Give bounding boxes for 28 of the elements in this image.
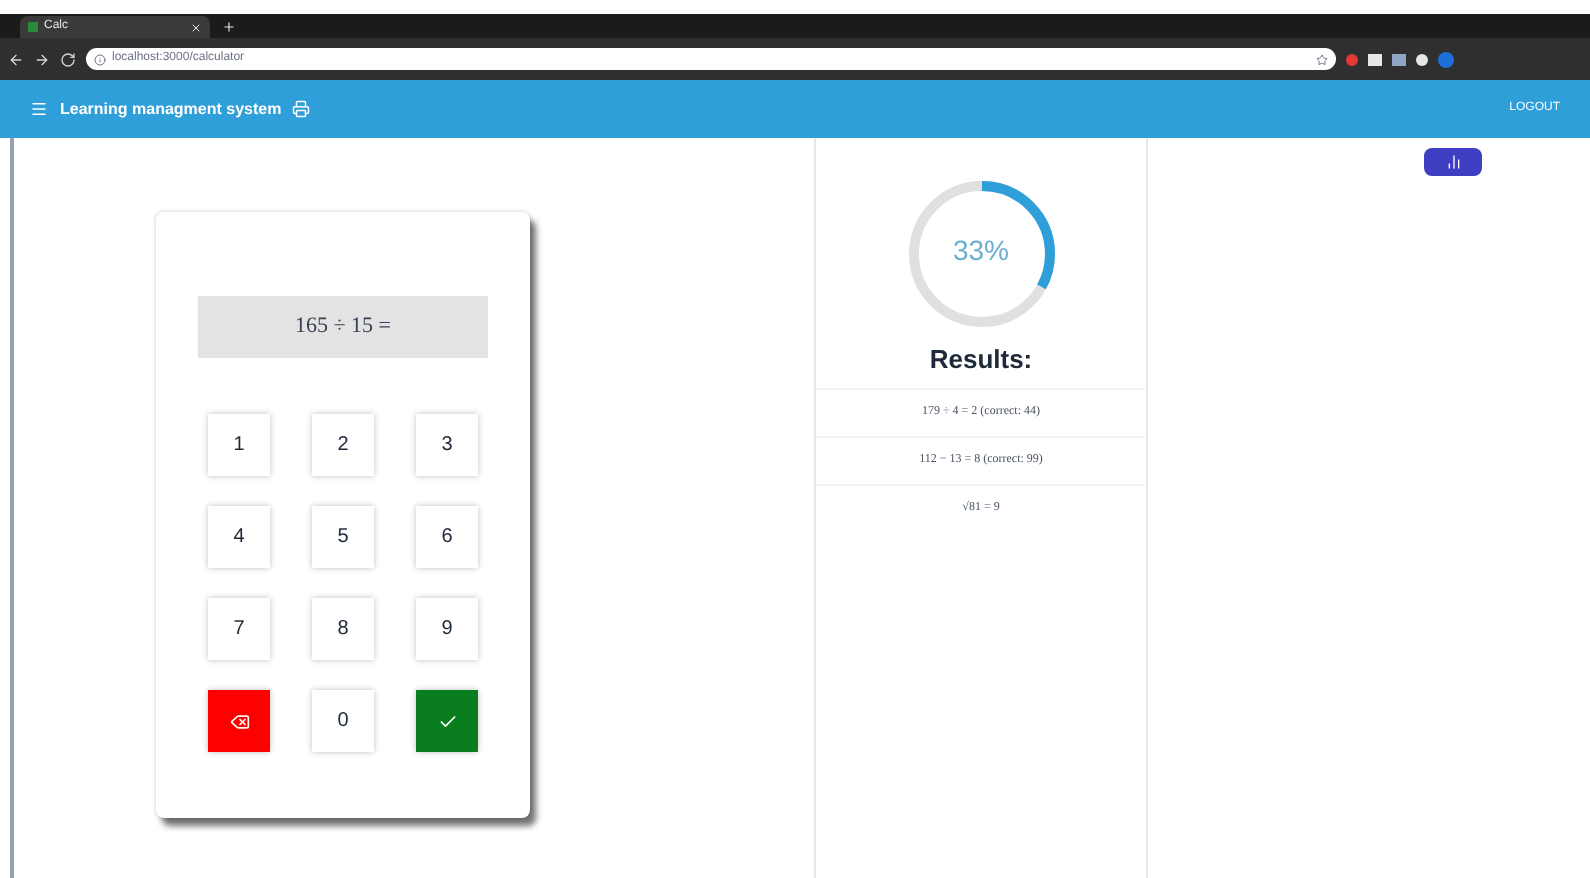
- app-title: Learning managment system: [60, 97, 282, 121]
- bar-chart-icon: [1445, 154, 1461, 170]
- digit-key[interactable]: 4: [208, 506, 270, 568]
- digit-key[interactable]: 2: [312, 414, 374, 476]
- digit-key[interactable]: 0: [312, 690, 374, 752]
- backspace-icon: [229, 711, 249, 731]
- star-icon[interactable]: [1316, 53, 1328, 65]
- check-icon: [437, 711, 457, 731]
- progress-label: 33%: [952, 232, 1010, 270]
- digit-key[interactable]: 6: [416, 506, 478, 568]
- close-icon[interactable]: [190, 21, 202, 33]
- digit-key[interactable]: 9: [416, 598, 478, 660]
- info-icon: [94, 53, 106, 65]
- chart-button[interactable]: [1424, 148, 1482, 176]
- new-tab-icon[interactable]: [222, 20, 236, 34]
- delete-key[interactable]: [208, 690, 270, 752]
- results-title: Results:: [929, 342, 1033, 378]
- menu-icon[interactable]: [30, 100, 48, 118]
- digit-key[interactable]: 3: [416, 414, 478, 476]
- printer-icon[interactable]: [291, 100, 310, 118]
- expression-display: 165 ÷ 15 =: [198, 296, 488, 358]
- digit-key[interactable]: 1: [208, 414, 270, 476]
- reload-icon[interactable]: [60, 51, 76, 67]
- digit-key[interactable]: 5: [312, 506, 374, 568]
- back-icon[interactable]: [8, 51, 24, 67]
- digit-key[interactable]: 7: [208, 598, 270, 660]
- forward-icon[interactable]: [34, 51, 50, 67]
- digit-key[interactable]: 8: [312, 598, 374, 660]
